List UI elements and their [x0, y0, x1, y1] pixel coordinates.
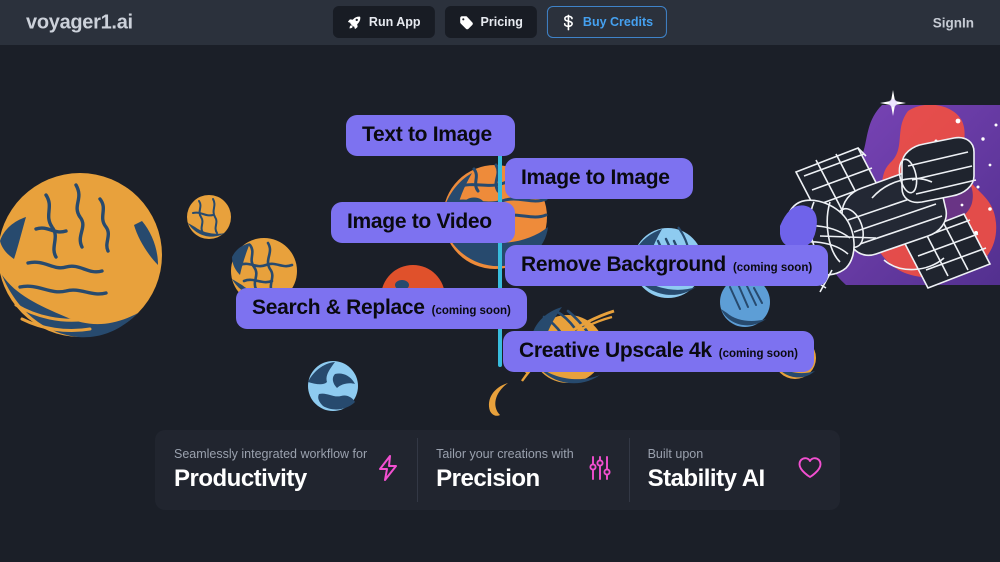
pricing-label: Pricing [480, 15, 523, 29]
feature-label: Text to Image [362, 123, 492, 146]
coming-soon-tag: (coming soon) [431, 305, 511, 317]
feature-card-productivity: Seamlessly integrated workflow for Produ… [155, 430, 417, 510]
feature-pill-creative-upscale[interactable]: Creative Upscale 4k (coming soon) [503, 331, 814, 372]
run-app-label: Run App [368, 15, 421, 29]
card-text-block: Tailor your creations with Precision [436, 447, 574, 493]
landing-page: voyager1.ai Run App Pricing Buy Credits … [0, 0, 1000, 562]
planet-earth-blue [308, 361, 358, 411]
card-title: Stability AI [647, 465, 766, 492]
feature-label: Image to Video [347, 210, 492, 233]
site-logo[interactable]: voyager1.ai [26, 11, 133, 34]
card-kicker: Tailor your creations with [436, 447, 574, 461]
top-navbar: voyager1.ai Run App Pricing Buy Credits … [0, 0, 1000, 45]
feature-label: Creative Upscale 4k [519, 339, 712, 362]
planet-small-orange [187, 195, 231, 239]
coming-soon-tag: (coming soon) [732, 262, 813, 274]
feature-card-precision: Tailor your creations with Precision [417, 430, 628, 510]
nav-button-group: Run App Pricing Buy Credits [332, 6, 668, 38]
lightning-bolt-icon [377, 454, 399, 486]
buy-credits-button[interactable]: Buy Credits [546, 6, 668, 38]
heart-icon [798, 456, 822, 484]
feature-label: Remove Background [521, 253, 726, 276]
tag-icon [459, 15, 474, 30]
timeline-vertical-line [498, 133, 502, 367]
feature-pill-search-replace[interactable]: Search & Replace (coming soon) [236, 288, 527, 329]
planet-crescent-bottom [488, 383, 508, 416]
card-text-block: Seamlessly integrated workflow for Produ… [174, 447, 367, 493]
feature-pill-remove-background[interactable]: Remove Background (coming soon) [505, 245, 829, 286]
planet-large-orange [0, 173, 162, 338]
card-title: Productivity [174, 465, 307, 492]
card-kicker: Built upon [647, 447, 704, 461]
feature-highlight-panel: Seamlessly integrated workflow for Produ… [155, 430, 840, 510]
pricing-button[interactable]: Pricing [444, 6, 537, 38]
card-title: Precision [436, 465, 540, 492]
coming-soon-tag: (coming soon) [718, 348, 798, 360]
feature-pill-image-to-video[interactable]: Image to Video [331, 202, 515, 243]
run-app-button[interactable]: Run App [332, 6, 435, 38]
feature-label: Search & Replace [252, 296, 425, 319]
card-text-block: Built upon Stability AI [647, 447, 766, 493]
dollar-icon [561, 14, 576, 31]
rocket-icon [347, 15, 362, 30]
feature-label: Image to Image [521, 166, 670, 189]
signin-link[interactable]: SignIn [933, 15, 974, 30]
feature-card-stability-ai: Built upon Stability AI [628, 430, 840, 510]
hero-space-illustration: Text to Image Image to Image Image to Vi… [0, 45, 1000, 430]
feature-pill-image-to-image[interactable]: Image to Image [505, 158, 693, 199]
sliders-icon [589, 455, 611, 486]
feature-pill-text-to-image[interactable]: Text to Image [346, 115, 515, 156]
card-kicker: Seamlessly integrated workflow for [174, 447, 368, 461]
buy-credits-label: Buy Credits [582, 15, 654, 29]
